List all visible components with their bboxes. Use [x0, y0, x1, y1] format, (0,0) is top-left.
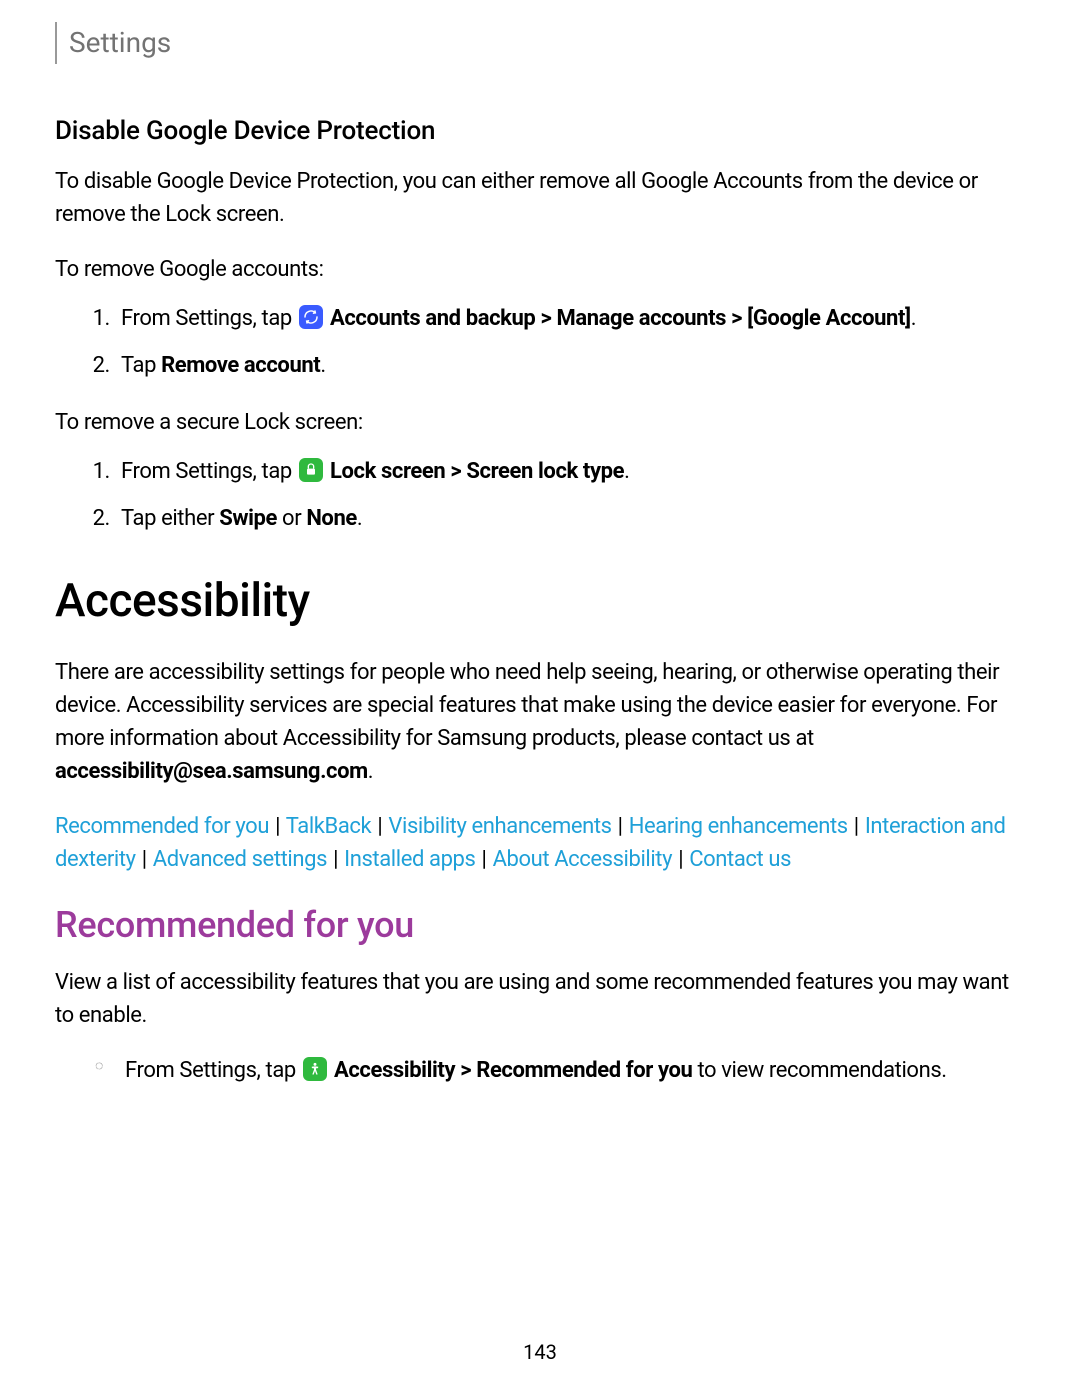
step-remove-lock-2: Tap either Swipe or None. [115, 502, 1025, 535]
heading-accessibility: Accessibility [55, 567, 1025, 636]
link-sep: | [275, 814, 280, 839]
link-talkback[interactable]: TalkBack [286, 814, 372, 839]
heading-disable-protection: Disable Google Device Protection [55, 112, 1025, 151]
link-sep: | [854, 814, 859, 839]
steps-remove-lock-screen: From Settings, tap Lock screen > Screen … [55, 455, 1025, 535]
intro-remove-accounts: To remove Google accounts: [55, 253, 1025, 286]
heading-recommended-for-you: Recommended for you [55, 898, 1025, 952]
recommended-steps: From Settings, tap Accessibility > Recom… [55, 1054, 1025, 1087]
step-text-suffix: . [911, 306, 916, 331]
step-text-bold: Accessibility > Recommended for you [334, 1058, 692, 1083]
accessibility-links: Recommended for you | TalkBack | Visibil… [55, 810, 1025, 876]
step-remove-lock-1: From Settings, tap Lock screen > Screen … [115, 455, 1025, 488]
step-text-mid: to view recommendations. [692, 1058, 946, 1083]
step-text-prefix: From Settings, tap [125, 1058, 301, 1083]
link-sep: | [678, 847, 683, 872]
step-text-bold: None [306, 506, 357, 531]
step-text-bold: Swipe [219, 506, 277, 531]
link-contact-us[interactable]: Contact us [689, 847, 791, 872]
step-text-prefix: From Settings, tap [121, 306, 297, 331]
accounts-backup-icon [299, 305, 323, 329]
lock-screen-icon [299, 458, 323, 482]
step-text-prefix: Tap [121, 353, 161, 378]
link-sep: | [377, 814, 382, 839]
intro-remove-lock-screen: To remove a secure Lock screen: [55, 406, 1025, 439]
page-header-title: Settings [69, 22, 1025, 64]
recommended-intro: View a list of accessibility features th… [55, 966, 1025, 1032]
step-text-prefix: From Settings, tap [121, 459, 297, 484]
accessibility-icon [303, 1057, 327, 1081]
step-text-mid: or [277, 506, 306, 531]
link-sep: | [333, 847, 338, 872]
accessibility-email: accessibility@sea.samsung.com [55, 759, 368, 784]
accessibility-intro: There are accessibility settings for peo… [55, 656, 1025, 788]
recommended-step-1: From Settings, tap Accessibility > Recom… [95, 1054, 1025, 1087]
step-text-bold: Lock screen > Screen lock type [330, 459, 624, 484]
section-disable-google-protection: Disable Google Device Protection To disa… [55, 112, 1025, 535]
accessibility-intro-suffix: . [368, 759, 373, 784]
link-hearing-enhancements[interactable]: Hearing enhancements [629, 814, 848, 839]
link-sep: | [142, 847, 147, 872]
step-remove-account-1: From Settings, tap Accounts and backup >… [115, 302, 1025, 335]
steps-remove-google-accounts: From Settings, tap Accounts and backup >… [55, 302, 1025, 382]
step-text-bold: Accounts and backup > Manage accounts > … [330, 306, 911, 331]
step-remove-account-2: Tap Remove account. [115, 349, 1025, 382]
page-number: 143 [0, 1337, 1080, 1367]
step-text-suffix: . [320, 353, 325, 378]
link-installed-apps[interactable]: Installed apps [344, 847, 475, 872]
link-about-accessibility[interactable]: About Accessibility [493, 847, 673, 872]
page-header: Settings [55, 22, 1025, 64]
step-text-prefix: Tap either [121, 506, 219, 531]
link-visibility-enhancements[interactable]: Visibility enhancements [388, 814, 611, 839]
step-text-bold: Remove account [161, 353, 320, 378]
link-sep: | [482, 847, 487, 872]
step-text-suffix: . [624, 459, 629, 484]
link-advanced-settings[interactable]: Advanced settings [153, 847, 327, 872]
accessibility-intro-text: There are accessibility settings for peo… [55, 660, 999, 751]
step-text-suffix: . [357, 506, 362, 531]
intro-disable-protection: To disable Google Device Protection, you… [55, 165, 1025, 231]
link-recommended-for-you[interactable]: Recommended for you [55, 814, 269, 839]
link-sep: | [618, 814, 623, 839]
